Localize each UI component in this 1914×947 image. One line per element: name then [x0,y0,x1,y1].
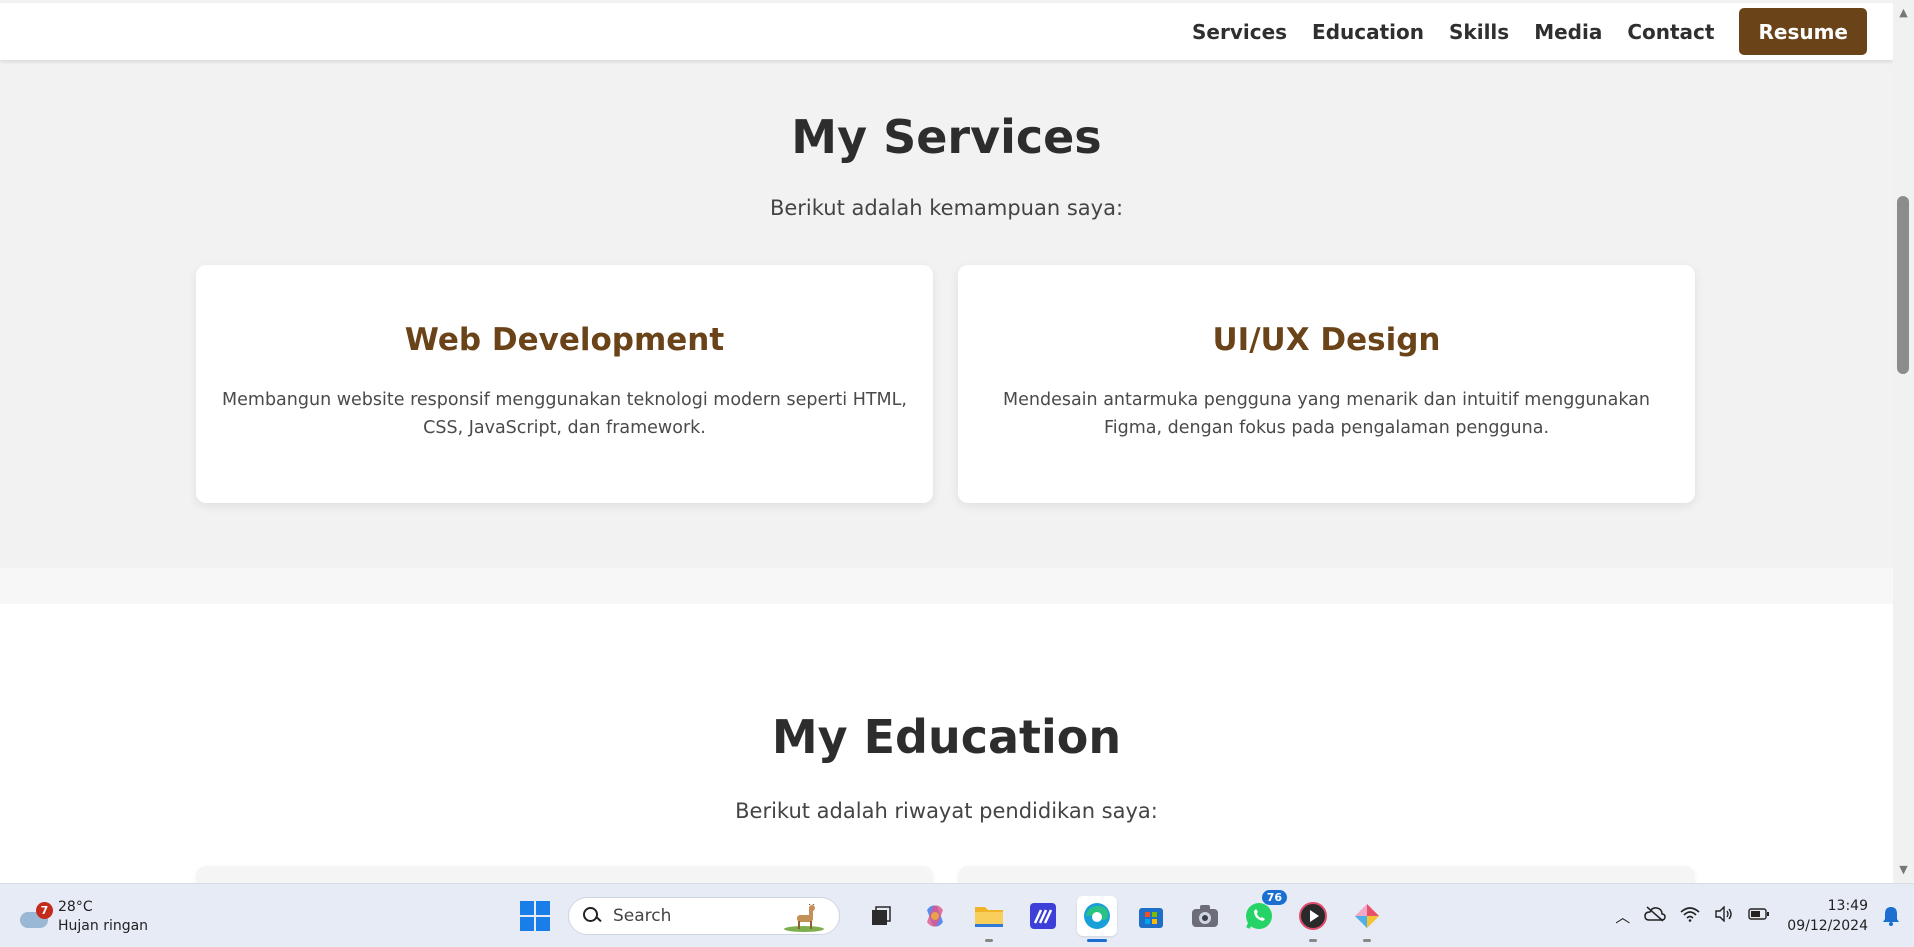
services-subtitle: Berikut adalah kemampuan saya: [769,196,1124,220]
education-title: My Education [771,710,1122,764]
education-card [196,866,933,883]
section-divider [0,568,1893,604]
notification-bell-icon[interactable] [1882,906,1900,926]
search-icon [583,907,601,925]
whatsapp-icon[interactable]: 76 [1239,890,1287,936]
weather-temperature: 28°C [58,899,93,915]
task-view-icon[interactable] [861,896,901,936]
clock-time: 13:49 [1827,898,1868,914]
running-indicator [985,939,993,942]
nav-link-services[interactable]: Services [1192,20,1287,44]
active-indicator [1087,939,1107,942]
battery-icon[interactable] [1748,907,1770,925]
services-title: My Services [791,110,1102,164]
service-card-title: UI/UX Design [1212,322,1441,358]
volume-icon[interactable] [1714,905,1734,926]
browser-viewport: Services Education Skills Media Contact … [0,0,1893,883]
nav-link-skills[interactable]: Skills [1449,20,1509,44]
app-ma-icon[interactable] [1023,896,1063,936]
microsoft-store-icon[interactable] [1131,896,1171,936]
scroll-up-arrow-icon[interactable]: ▲ [1893,4,1914,22]
running-indicator [1309,939,1317,942]
service-card-description: Membangun website responsif menggunakan … [222,390,907,438]
copilot-icon[interactable] [915,896,955,936]
search-placeholder: Search [613,906,672,926]
chevron-up-icon[interactable]: ︿ [1615,906,1630,927]
top-navbar: Services Education Skills Media Contact … [0,3,1893,60]
weather-description: Hujan ringan [58,918,149,934]
windows-taskbar: 7 28°C Hujan ringan Search 76 ︿ 13:49 09… [0,883,1914,947]
app-diamond-icon[interactable] [1347,896,1387,942]
nav-link-education[interactable]: Education [1312,20,1424,44]
wifi-icon[interactable] [1680,906,1700,926]
service-card-uiux-design: UI/UX Design Mendesain antarmuka penggun… [958,265,1695,503]
running-indicator [1363,939,1371,942]
scroll-thumb[interactable] [1897,196,1909,374]
weather-cloud-icon: 7 [18,902,53,932]
cloud-offline-icon[interactable] [1644,906,1667,926]
camera-icon[interactable] [1185,896,1225,936]
clock-date: 09/12/2024 [1787,918,1868,934]
system-tray: ︿ 13:49 09/12/2024 [1608,884,1914,947]
file-explorer-icon[interactable] [969,896,1009,942]
service-card-web-development: Web Development Membangun website respon… [196,265,933,503]
nav-link-media[interactable]: Media [1534,20,1602,44]
windows-start-icon[interactable] [520,901,550,931]
edge-browser-icon[interactable] [1077,896,1117,942]
vertical-scrollbar[interactable]: ▲ ▼ [1893,0,1914,883]
service-card-description: Mendesain antarmuka pengguna yang menari… [1003,390,1650,438]
services-section: My Services Berikut adalah kemampuan say… [0,60,1893,568]
search-highlight-deer-icon [784,904,824,932]
weather-widget[interactable]: 7 28°C Hujan ringan [18,898,148,936]
system-clock[interactable]: 13:49 09/12/2024 [1787,896,1868,936]
taskbar-apps: Search 76 [520,890,1394,942]
service-card-title: Web Development [404,322,725,358]
taskbar-search-box[interactable]: Search [568,897,840,935]
education-card [958,866,1695,883]
resume-button[interactable]: Resume [1739,8,1867,55]
weather-badge: 7 [36,902,53,919]
education-subtitle: Berikut adalah riwayat pendidikan saya: [735,799,1158,823]
notification-badge: 76 [1261,890,1287,905]
media-player-icon[interactable] [1293,896,1333,942]
nav-link-contact[interactable]: Contact [1627,20,1714,44]
education-section: My Education Berikut adalah riwayat pend… [0,604,1893,883]
scroll-down-arrow-icon[interactable]: ▼ [1893,861,1914,879]
